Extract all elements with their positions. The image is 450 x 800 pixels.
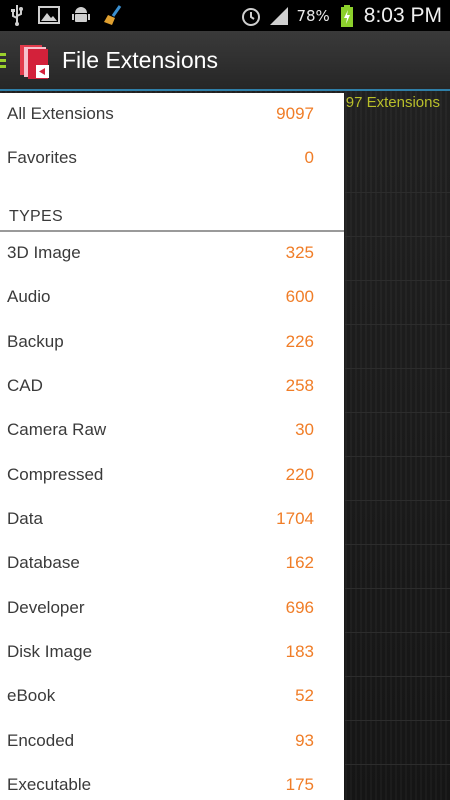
drawer-item-executable[interactable]: Executable 175	[0, 764, 344, 800]
app-logo-icon[interactable]	[15, 41, 55, 81]
usb-icon	[6, 3, 28, 27]
extensions-count-label: 97 Extensions	[345, 94, 440, 111]
drawer-item-label: eBook	[7, 686, 56, 705]
drawer-item-cad[interactable]: CAD 258	[0, 365, 344, 409]
action-bar: File Extensions	[0, 31, 450, 91]
alarm-icon	[240, 4, 262, 28]
divider	[345, 456, 450, 457]
drawer-item-camera-raw[interactable]: Camera Raw 30	[0, 409, 344, 453]
app-title: File Extensions	[62, 47, 218, 73]
drawer-item-count: 30	[295, 420, 314, 439]
drawer-item-count: 696	[285, 598, 314, 617]
drawer-item-label: Developer	[7, 598, 85, 617]
drawer-item-count: 175	[285, 775, 314, 794]
drawer-item-count: 52	[295, 686, 314, 705]
drawer-item-label: Encoded	[7, 731, 75, 750]
divider	[345, 720, 450, 721]
android-debug-icon	[70, 3, 92, 27]
system-icons: 78% 8:03 PM	[240, 2, 442, 29]
battery-percent: 78%	[296, 6, 330, 25]
divider	[345, 544, 450, 545]
drawer-item-label: Compressed	[7, 465, 104, 484]
drawer-item-label: Disk Image	[7, 642, 93, 661]
divider	[345, 676, 450, 677]
section-header-types: TYPES	[9, 208, 63, 225]
drawer-item-label: Camera Raw	[7, 420, 107, 439]
drawer-item-count: 9097	[276, 104, 314, 123]
battery-charging-icon	[336, 4, 358, 28]
drawer-item-favorites[interactable]: Favorites 0	[0, 137, 344, 181]
drawer-item-count: 0	[304, 148, 314, 167]
divider	[345, 500, 450, 501]
clock: 8:03 PM	[363, 3, 442, 27]
drawer-item-backup[interactable]: Backup 226	[0, 321, 344, 365]
drawer-item-count: 93	[295, 731, 314, 750]
drawer-indicator-icon[interactable]	[0, 53, 6, 69]
divider	[345, 192, 450, 193]
drawer-item-label: Database	[7, 553, 80, 572]
signal-icon	[268, 4, 290, 28]
divider	[345, 324, 450, 325]
drawer-item-label: Favorites	[7, 148, 77, 167]
image-icon	[38, 3, 60, 27]
divider	[345, 280, 450, 281]
drawer-item-label: All Extensions	[7, 104, 114, 123]
drawer-item-compressed[interactable]: Compressed 220	[0, 454, 344, 498]
divider	[345, 632, 450, 633]
drawer-item-label: Backup	[7, 332, 64, 351]
notification-icons	[6, 3, 124, 27]
status-bar: 78% 8:03 PM	[0, 0, 450, 31]
drawer-item-label: 3D Image	[7, 243, 81, 262]
broom-icon	[102, 3, 124, 27]
navigation-drawer: All Extensions 9097 Favorites 0 TYPES 3D…	[0, 93, 344, 800]
drawer-item-database[interactable]: Database 162	[0, 542, 344, 586]
drawer-item-label: Audio	[7, 287, 51, 306]
drawer-item-disk-image[interactable]: Disk Image 183	[0, 631, 344, 675]
divider	[345, 764, 450, 765]
divider	[345, 236, 450, 237]
drawer-item-audio[interactable]: Audio 600	[0, 276, 344, 320]
drawer-item-count: 1704	[276, 509, 314, 528]
drawer-item-encoded[interactable]: Encoded 93	[0, 720, 344, 764]
drawer-item-count: 325	[285, 243, 314, 262]
drawer-item-count: 600	[285, 287, 314, 306]
drawer-item-3d-image[interactable]: 3D Image 325	[0, 232, 344, 276]
drawer-item-count: 220	[285, 465, 314, 484]
drawer-item-all-extensions[interactable]: All Extensions 9097	[0, 93, 344, 137]
drawer-item-label: CAD	[7, 376, 43, 395]
drawer-item-count: 183	[285, 642, 314, 661]
drawer-item-label: Data	[7, 509, 43, 528]
drawer-item-count: 258	[285, 376, 314, 395]
divider	[345, 368, 450, 369]
drawer-item-developer[interactable]: Developer 696	[0, 587, 344, 631]
drawer-item-ebook[interactable]: eBook 52	[0, 675, 344, 719]
divider	[345, 412, 450, 413]
drawer-item-count: 162	[285, 553, 314, 572]
divider	[345, 588, 450, 589]
drawer-item-count: 226	[285, 332, 314, 351]
drawer-item-data[interactable]: Data 1704	[0, 498, 344, 542]
drawer-item-label: Executable	[7, 775, 92, 794]
